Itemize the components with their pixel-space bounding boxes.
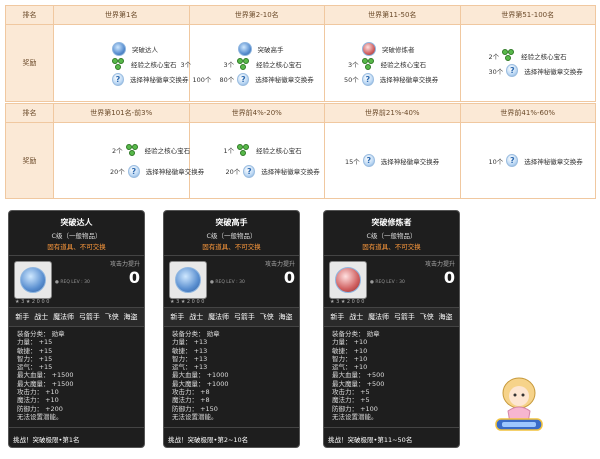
card-grade: C级（一般物品）: [366, 232, 417, 240]
attack-value: 0: [128, 268, 140, 287]
item-image: [169, 261, 207, 299]
card-untradable: 固有道具、不可交换: [202, 243, 261, 251]
medal-icon: [335, 267, 361, 293]
card-untradable: 固有道具、不可交换: [47, 243, 106, 251]
stat-list: 装备分类： 勋章 力量： +10 敏捷： +10 智力： +10 运气： +10 最大血量…: [332, 330, 385, 421]
attack-value: 0: [283, 268, 295, 287]
card-grade: C级（一般物品）: [51, 232, 102, 240]
card-title: 突破高手: [215, 218, 248, 227]
header-rank: 排名: [5, 103, 54, 123]
ticket-icon: ?: [237, 72, 250, 86]
stat-list: 装备分类： 勋章 力量： +13 敏捷： +13 智力： +13 运气： +13 最大血量…: [172, 330, 229, 421]
gem-icon: [502, 49, 515, 62]
gem-icon: [237, 57, 250, 71]
reward-cell-6: 1个 经验之核心宝石 20个? 选择神秘徽章交换券: [188, 122, 325, 199]
ticket-icon: ?: [506, 154, 519, 167]
ticket-icon: ?: [127, 164, 140, 178]
gem-icon: [237, 143, 250, 157]
gem-icon: [112, 57, 125, 71]
header-rank-11-50: 世界第11-50名: [324, 5, 461, 25]
attack-value: 0: [443, 268, 455, 287]
reward-cell-3: 突破修炼者 3个 经验之核心宝石 50个? 选择神秘徽章交换券: [324, 24, 461, 102]
row-label-reward: 奖励: [5, 24, 54, 102]
item-card-medal-2: 突破高手 C级（一般物品） 固有道具、不可交换 攻击力提升 0 ● REQ LE…: [163, 210, 300, 448]
card-grade: C级（一般物品）: [206, 232, 257, 240]
ticket-icon: ?: [361, 72, 374, 86]
medal-icon: [237, 42, 252, 56]
gem-line: 经验之核心宝石 3个: [112, 57, 191, 72]
medal-line: 突破达人: [112, 42, 189, 57]
req-level: ● REQ LEV : 30: [210, 280, 245, 285]
attack-label: 攻击力提升: [264, 261, 295, 268]
stat-list: 装备分类： 勋章 力量： +15 敏捷： +15 智力： +15 运气： +15 最大血量…: [17, 330, 74, 421]
reward-cell-8: 10个? 选择神秘徽章交换券: [459, 122, 596, 199]
card-footer: 挑战！突破极限•第11~50名: [324, 427, 459, 447]
attack-label: 攻击力提升: [109, 261, 140, 268]
header-rank-51-100: 世界第51-100名: [459, 5, 596, 25]
mascot-character-icon: [495, 377, 543, 431]
gem-icon: [361, 57, 375, 71]
reward-cell-4: 2个 经验之核心宝石 30个? 选择神秘徽章交换券: [459, 24, 596, 102]
star-info: ★ 3 ★ 2 0 0 0: [330, 299, 365, 305]
star-info: ★ 3 ★ 2 0 0 0: [15, 299, 50, 305]
req-level: ● REQ LEV : 30: [370, 280, 405, 285]
header-rank-41-60pct: 世界前41%-60%: [459, 103, 596, 123]
ticket-line: ? 选择神秘徽章交换券 100个: [112, 72, 211, 87]
ticket-icon: ?: [112, 72, 124, 86]
star-info: ★ 3 ★ 2 0 0 0: [170, 299, 205, 305]
ticket-icon: ?: [506, 64, 519, 77]
header-rank-4-20pct: 世界前4%-20%: [188, 103, 325, 123]
job-list: 新手 战士 魔法师 弓箭手 飞侠 海盗: [9, 307, 144, 327]
job-list: 新手 战士 魔法师 弓箭手 飞侠 海盗: [164, 307, 299, 327]
item-image: [14, 261, 52, 299]
card-footer: 挑战！突破极限•第2~10名: [164, 427, 299, 447]
req-level: ● REQ LEV : 30: [55, 280, 90, 285]
item-image: [329, 261, 367, 299]
attack-label: 攻击力提升: [424, 261, 455, 268]
card-title: 突破达人: [60, 218, 93, 227]
medal-icon: [20, 267, 46, 293]
header-rank: 排名: [5, 5, 54, 25]
ticket-icon: ?: [243, 164, 256, 178]
header-rank-101-3pct: 世界第101名-前3%: [53, 103, 190, 123]
medal-icon: [362, 42, 376, 56]
reward-cell-7: 15个? 选择神秘徽章交换券: [324, 122, 461, 199]
medal-icon: [112, 42, 126, 56]
reward-cell-5: 2个 经验之核心宝石 20个? 选择神秘徽章交换券: [53, 122, 204, 199]
item-card-medal-3: 突破修炼者 C级（一般物品） 固有道具、不可交换 攻击力提升 0 ● REQ L…: [323, 210, 460, 448]
gem-icon: [125, 143, 139, 157]
reward-cell-1: 突破达人 经验之核心宝石 3个 ? 选择神秘徽章交换券 100个: [53, 24, 211, 102]
job-list: 新手 战士 魔法师 弓箭手 飞侠 海盗: [324, 307, 459, 327]
medal-icon: [175, 267, 201, 293]
reward-table-bottom: 排名 世界第101名-前3% 世界前4%-20% 世界前21%-40% 世界前4…: [5, 103, 596, 199]
item-card-medal-1: 突破达人 C级（一般物品） 固有道具、不可交换 攻击力提升 0 ● REQ LE…: [8, 210, 145, 448]
card-untradable: 固有道具、不可交换: [362, 243, 421, 251]
header-rank-21-40pct: 世界前21%-40%: [324, 103, 461, 123]
header-rank-1: 世界第1名: [53, 5, 190, 25]
header-rank-2-10: 世界第2-10名: [188, 5, 325, 25]
row-label-reward: 奖励: [5, 122, 54, 199]
reward-cell-2: 突破高手 3个 经验之核心宝石 80个? 选择神秘徽章交换券: [188, 24, 325, 102]
card-title: 突破修炼者: [371, 218, 412, 227]
reward-table-top: 排名 世界第1名 世界第2-10名 世界第11-50名 世界第51-100名 奖…: [5, 5, 596, 102]
ticket-icon: ?: [362, 154, 375, 167]
card-footer: 挑战！突破极限•第1名: [9, 427, 144, 447]
